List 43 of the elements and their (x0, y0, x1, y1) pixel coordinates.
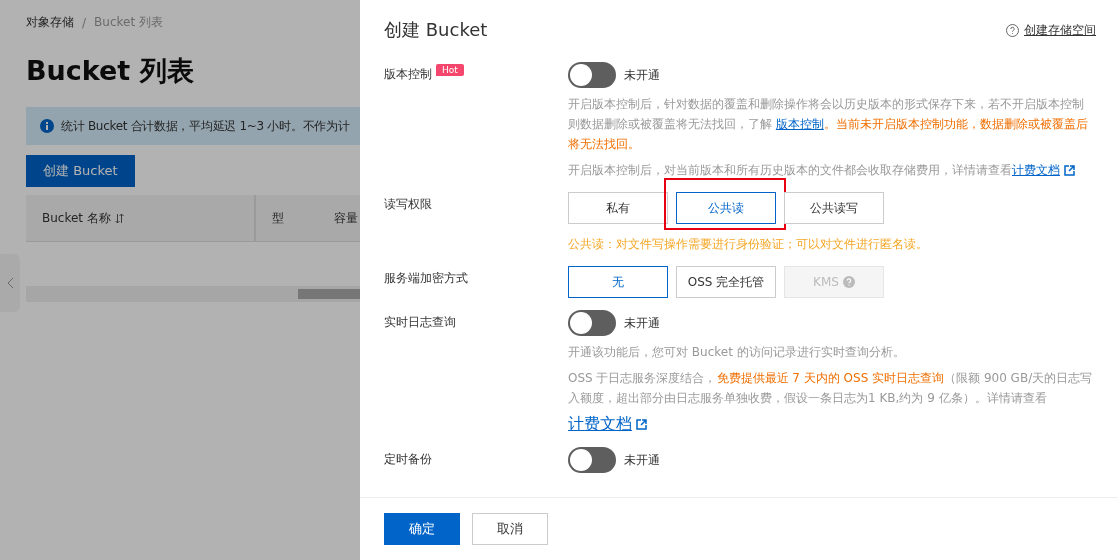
sort-icon[interactable] (114, 212, 124, 224)
column-header[interactable]: 型 (272, 209, 284, 227)
help-icon (1006, 23, 1019, 37)
billing-doc-link[interactable]: 计费文档 (568, 414, 647, 435)
notice-text: 统计 Bucket 合计数据，平均延迟 1~3 小时。不作为计 (61, 117, 350, 135)
hint-text: 公共读：对文件写操作需要进行身份验证；可以对文件进行匿名读。 (568, 236, 929, 253)
field-label: 实时日志查询 (384, 314, 456, 331)
toggle-switch[interactable] (568, 447, 616, 473)
option-button[interactable]: 无 (568, 266, 668, 298)
toggle-switch[interactable] (568, 62, 616, 88)
description-text: 开启版本控制后，对当前版本和所有历史版本的文件都会收取存储费用，详情请查看计费文档 (568, 160, 1094, 180)
switch-status: 未开通 (624, 66, 660, 84)
drawer-title: 创建 Bucket (384, 18, 488, 42)
switch-status: 未开通 (624, 451, 660, 469)
breadcrumb-item[interactable]: 对象存储 (26, 14, 74, 31)
option-button[interactable]: 公共读写 (784, 192, 884, 224)
hot-badge: Hot (436, 64, 464, 76)
option-button[interactable]: OSS 完全托管 (676, 266, 776, 298)
help-link[interactable]: 创建存储空间 (1006, 21, 1096, 39)
description-text: 开通该功能后，您可对 Bucket 的访问记录进行实时查询分析。 (568, 344, 906, 361)
column-header[interactable]: 容量 (334, 209, 358, 227)
field-label: 定时备份 (384, 451, 432, 468)
description-text: 开启版本控制后，针对数据的覆盖和删除操作将会以历史版本的形式保存下来，若不开启版本控制则数据删除或被覆盖将无法找回，了解 版本控制。当前未开启版本控制功能，数据删除或被覆盖后将无法找回。 (568, 96, 1089, 153)
field-label: 版本控制 (384, 66, 432, 83)
info-icon (40, 119, 54, 133)
doc-link[interactable]: 版本控制 (775, 114, 824, 134)
create-bucket-button[interactable]: 创建 Bucket (26, 155, 135, 187)
chevron-left-icon (6, 277, 14, 289)
description-text: OSS 于日志服务深度结合，免费提供最近 7 天内的 OSS 实时日志查询（限额 900 GB/天的日志写入额度，超出部分由日志服务单独收费，假设一条日志为1 KB,约为 9 亿条）。详情请查看 (568, 370, 1094, 407)
help-icon (842, 276, 855, 288)
doc-link[interactable]: 计费文档 (1012, 160, 1075, 180)
field-label: 服务端加密方式 (384, 270, 468, 287)
field-label: 读写权限 (384, 196, 432, 213)
horizontal-scrollbar[interactable] (26, 286, 360, 302)
cancel-button[interactable]: 取消 (472, 513, 548, 545)
confirm-button[interactable]: 确定 (384, 513, 460, 545)
switch-status: 未开通 (624, 314, 660, 332)
option-button[interactable]: 公共读 (676, 192, 776, 224)
toggle-switch[interactable] (568, 310, 616, 336)
column-header[interactable]: Bucket 名称 (42, 209, 111, 227)
option-button[interactable]: 私有 (568, 192, 668, 224)
breadcrumb-separator: / (82, 15, 87, 30)
page-title: Bucket 列表 (26, 54, 195, 88)
